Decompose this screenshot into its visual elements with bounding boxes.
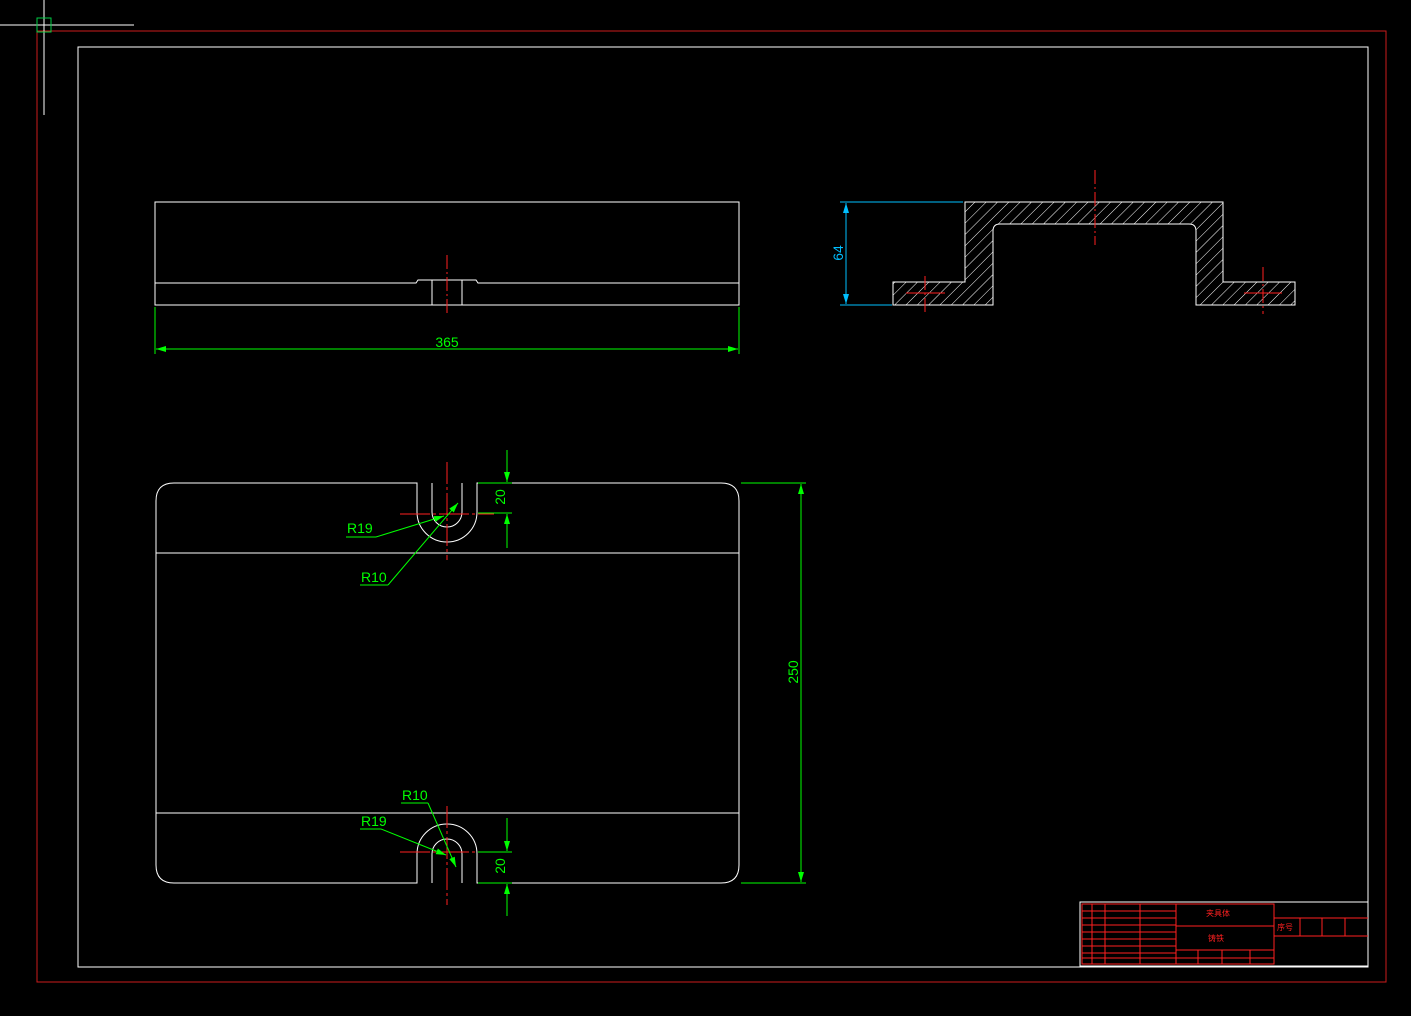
bottom-slot-depth-text[interactable]: 20: [492, 858, 508, 874]
top-r10-text[interactable]: R10: [361, 569, 387, 585]
bottom-r10-text[interactable]: R10: [402, 787, 428, 803]
title-block-red-frame: [1081, 903, 1275, 965]
section-view[interactable]: 64: [830, 170, 1296, 314]
seq-label-text: 序号: [1277, 922, 1293, 932]
top-slot-depth-text[interactable]: 20: [492, 489, 508, 505]
plan-view[interactable]: 20 R19 R10 20 R10 R19 250: [155, 450, 806, 916]
sheet-inner-border: [77, 46, 1369, 968]
section-profile-hatched: [892, 201, 1296, 306]
top-r19-text[interactable]: R19: [347, 520, 373, 536]
section-height-dim-text[interactable]: 64: [830, 245, 846, 261]
front-width-dim-text[interactable]: 365: [435, 334, 459, 350]
bottom-r19-leader: [380, 828, 447, 856]
cad-drawing-canvas[interactable]: 365 64 20 R19 R10 20 R10 R19 250 夹具体 铸铁 …: [0, 0, 1411, 1016]
crosshair-cursor-icon: [0, 0, 134, 115]
sheet-outer-border: [36, 30, 1387, 983]
top-r19-leader: [375, 515, 445, 538]
plan-height-dim-text[interactable]: 250: [785, 660, 801, 684]
part-name-text[interactable]: 夹具体: [1206, 908, 1230, 918]
bottom-r19-text[interactable]: R19: [361, 813, 387, 829]
material-text[interactable]: 铸铁: [1208, 933, 1224, 943]
front-view[interactable]: 365: [154, 201, 740, 354]
title-block[interactable]: 夹具体 铸铁 序号: [1079, 901, 1369, 967]
